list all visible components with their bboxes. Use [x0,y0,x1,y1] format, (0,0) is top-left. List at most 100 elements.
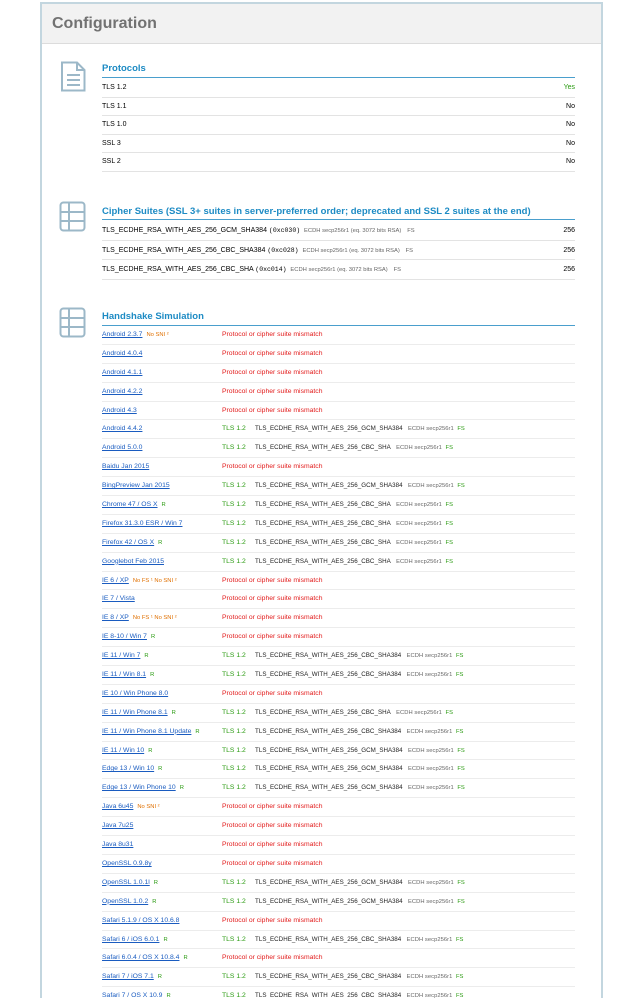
protocol-version: TLS 1.2 [222,897,246,905]
table-row: TLS_ECDHE_RSA_WITH_AES_256_GCM_SHA384 (0… [102,221,575,241]
protocol-status: No [566,158,575,165]
protocol-status: No [566,139,575,147]
client-link[interactable]: Safari 7 / OS X 10.9 [102,992,162,998]
cipher-suite-name: TLS_ECDHE_RSA_WITH_AES_256_GCM_SHA384 [255,784,403,792]
client-link[interactable]: Chrome 47 / OS X [102,501,158,508]
client-link[interactable]: Android 4.4.2 [102,425,142,432]
forward-secrecy-flag: FS [455,993,464,998]
client-link[interactable]: Safari 5.1.9 / OS X 10.6.8 [102,917,179,924]
cipher-suite-name: TLS_ECDHE_RSA_WITH_AES_256_CBC_SHA384 [255,992,402,998]
client-link[interactable]: Safari 7 / iOS 7.1 [102,973,154,980]
key-exchange: ECDH secp256r1 [396,539,442,546]
protocols-table: TLS 1.2 Yes TLS 1.1 No TLS 1.0 No SSL 3 No S… [102,79,575,172]
handshake-error: Protocol or cipher suite mismatch [222,368,323,376]
client-link[interactable]: Safari 6.0.4 / OS X 10.8.4 [102,954,179,961]
client-link[interactable]: OpenSSL 0.9.8y [102,860,152,867]
client-link[interactable]: Firefox 42 / OS X [102,539,154,546]
reference-browser-mark: R [163,936,168,943]
client-link[interactable]: Googlebot Feb 2015 [102,558,164,565]
client-link[interactable]: Edge 13 / Win Phone 10 [102,784,176,791]
client-link[interactable]: Baidu Jan 2015 [102,463,149,470]
client-link[interactable]: IE 11 / Win 10 [102,747,144,754]
client-link[interactable]: Java 6u45 [102,803,133,810]
handshake-error: Protocol or cipher suite mismatch [222,463,323,471]
client-link[interactable]: Firefox 31.3.0 ESR / Win 7 [102,520,182,527]
protocol-name: TLS 1.1 [102,102,127,110]
reference-browser-mark: R [171,709,176,716]
reference-browser-mark: R [152,898,157,905]
reference-browser-mark: R [179,785,184,792]
client-flags: No FS ¹ No SNI ² [132,577,177,584]
cipher-suite-name: TLS_ECDHE_RSA_WITH_AES_256_CBC_SHA384 [255,973,402,981]
client-link[interactable]: Android 4.0.4 [102,350,142,357]
client-link[interactable]: IE 6 / XP [102,577,129,584]
key-exchange: ECDH secp256r1 [407,879,454,886]
client-link[interactable]: OpenSSL 1.0.2 [102,898,148,905]
protocol-name: TLS 1.0 [102,121,127,128]
cipher-suite-name: TLS_ECDHE_RSA_WITH_AES_256_GCM_SHA384 [255,425,403,433]
client-link[interactable]: BingPreview Jan 2015 [102,482,170,489]
reference-browser-mark: R [158,766,163,773]
cipher-suite-name: TLS_ECDHE_RSA_WITH_AES_256_CBC_SHA [255,557,391,565]
client-link[interactable]: Android 2.3.7 [102,331,142,338]
client-link[interactable]: Java 8u31 [102,841,133,848]
protocol-version: TLS 1.2 [222,708,246,716]
cipher-suite-code: (0xc028) [267,246,299,254]
cipher-suite-name: TLS_ECDHE_RSA_WITH_AES_256_CBC_SHA [255,444,391,452]
table-row: TLS_ECDHE_RSA_WITH_AES_256_CBC_SHA384 (0… [102,241,575,260]
handshake-error: Protocol or cipher suite mismatch [222,633,323,641]
table-row: BingPreview Jan 2015 TLS 1.2 TLS_ECDHE_RSA… [102,477,575,497]
protocol-version: TLS 1.2 [222,444,246,452]
client-link[interactable]: IE 11 / Win 7 [102,652,140,659]
reference-browser-mark: R [150,634,156,641]
cipher-suites-table: TLS_ECDHE_RSA_WITH_AES_256_GCM_SHA384 (0… [102,221,575,280]
client-link[interactable]: Android 4.1.1 [102,369,142,376]
handshake-error: Protocol or cipher suite mismatch [222,387,323,395]
client-link[interactable]: Edge 13 / Win 10 [102,765,154,772]
handshake-error: Protocol or cipher suite mismatch [222,595,323,603]
client-link[interactable]: Android 4.3 [102,407,137,414]
table-row: Android 4.2.2 Protocol or cipher suite mi… [102,383,575,402]
protocol-version: TLS 1.2 [222,501,246,509]
client-link[interactable]: Android 4.2.2 [102,388,142,395]
client-link[interactable]: Safari 6 / iOS 6.0.1 [102,936,159,943]
client-link[interactable]: OpenSSL 1.0.1l [102,879,150,886]
table-row: Googlebot Feb 2015 TLS 1.2 TLS_ECDHE_RSA_W… [102,553,575,572]
protocol-name: TLS 1.2 [102,84,127,91]
client-link[interactable]: IE 11 / Win Phone 8.1 Update [102,728,191,735]
table-row: Safari 7 / iOS 7.1 R TLS 1.2 TLS_ECDHE_RSA_… [102,968,575,988]
forward-secrecy-flag: FS [457,426,465,433]
handshake-error: Protocol or cipher suite mismatch [222,349,323,357]
cipher-strength: 256 [563,246,575,254]
cipher-suite-name: TLS_ECDHE_RSA_WITH_AES_256_GCM_SHA384 [255,878,403,886]
table-row: IE 11 / Win 7 R TLS 1.2 TLS_ECDHE_RSA_WITH_… [102,647,575,667]
protocol-version: TLS 1.2 [222,992,246,998]
table-row: IE 11 / Win Phone 8.1 Update R TLS 1.2 TLS_… [102,723,575,742]
client-link[interactable]: Android 5.0.0 [102,444,142,451]
protocol-version: TLS 1.2 [222,784,246,792]
client-link[interactable]: IE 8 / XP [102,614,129,621]
key-exchange: ECDH secp256r1 (eq. 3072 bits RSA) [304,228,402,234]
client-link[interactable]: IE 10 / Win Phone 8.0 [102,690,168,697]
table-row: Android 2.3.7 No SNI ² Protocol or cipher … [102,326,575,345]
cipher-suite-name: TLS_ECDHE_RSA_WITH_AES_256_CBC_SHA [255,501,391,509]
forward-secrecy-flag: FS [457,766,465,773]
client-link[interactable]: IE 7 / Vista [102,595,135,602]
client-link[interactable]: IE 11 / Win Phone 8.1 [102,709,168,716]
protocol-version: TLS 1.2 [222,727,246,735]
table-row: Android 5.0.0 TLS 1.2 TLS_ECDHE_RSA_WITH_A… [102,439,575,459]
client-flags: No SNI ² [137,804,160,811]
protocol-name: SSL 3 [102,139,121,147]
table-row: Chrome 47 / OS X R TLS 1.2 TLS_ECDHE_RSA_WI… [102,496,575,515]
table-row: OpenSSL 1.0.1l R TLS 1.2 TLS_ECDHE_RSA_WITH… [102,874,575,893]
cipher-suite-name: TLS_ECDHE_RSA_WITH_AES_256_CBC_SHA384 [255,727,402,735]
cipher-suite-code: (0xc014) [255,266,287,273]
table-row: OpenSSL 0.9.8y Protocol or cipher suite m… [102,855,575,874]
client-link[interactable]: IE 11 / Win 8.1 [102,671,146,678]
client-link[interactable]: IE 8-10 / Win 7 [102,633,147,640]
table-row: TLS 1.2 Yes [102,79,575,98]
forward-secrecy-flag: FS [445,539,454,546]
section-title-protocols: Protocols [102,63,146,74]
forward-secrecy-flag: FS [457,785,465,792]
client-link[interactable]: Java 7u25 [102,822,133,829]
